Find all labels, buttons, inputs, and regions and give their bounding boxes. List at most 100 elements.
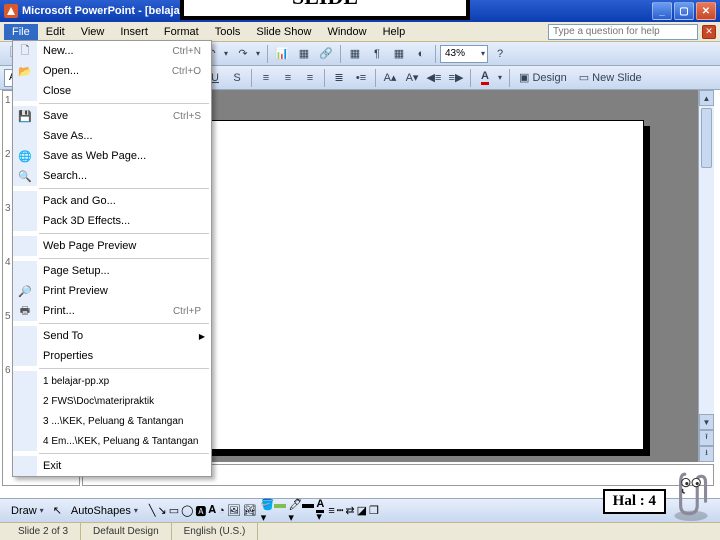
document-close-button[interactable]: ✕ — [702, 25, 716, 39]
file-menu-item[interactable]: 2 FWS\Doc\materipraktik — [13, 391, 211, 411]
window-close-button[interactable]: ✕ — [696, 2, 716, 20]
color-grayscale-button[interactable]: ◐ — [411, 44, 431, 64]
dash-style-button[interactable]: ┅ — [337, 504, 344, 517]
fill-color-button[interactable]: 🪣 — [261, 498, 287, 511]
undo-dropdown[interactable]: ▾ — [221, 49, 231, 58]
file-menu-item[interactable]: 🗋New...Ctrl+N — [13, 41, 211, 61]
font-color-dropdown[interactable]: ▾ — [495, 73, 505, 82]
line-tool-button[interactable]: ╲ — [149, 504, 156, 517]
menu-view[interactable]: View — [73, 24, 113, 40]
blank-icon — [13, 261, 37, 281]
menu-item-shortcut: Ctrl+S — [173, 111, 205, 122]
align-center-button[interactable]: ≡ — [278, 68, 298, 88]
textbox-tool-button[interactable]: 🅰 — [195, 503, 206, 519]
menu-edit[interactable]: Edit — [38, 24, 73, 40]
menu-tools[interactable]: Tools — [207, 24, 249, 40]
shadow-style-button[interactable]: ◪ — [357, 504, 367, 517]
file-menu-item[interactable]: 💾SaveCtrl+S — [13, 106, 211, 126]
blank-icon — [13, 456, 37, 476]
numbering-button[interactable]: ≣ — [329, 68, 349, 88]
menu-item-label: Print Preview — [37, 285, 205, 297]
align-left-button[interactable]: ≡ — [256, 68, 276, 88]
increase-font-button[interactable]: A▴ — [380, 68, 400, 88]
office-assistant-clippy[interactable] — [670, 468, 712, 522]
file-menu-item[interactable]: Pack and Go... — [13, 191, 211, 211]
align-right-button[interactable]: ≡ — [300, 68, 320, 88]
decrease-font-button[interactable]: A▾ — [402, 68, 422, 88]
show-formatting-button[interactable]: ¶ — [367, 44, 387, 64]
shadow-button[interactable]: S — [227, 68, 247, 88]
menu-file[interactable]: File — [4, 24, 38, 40]
scroll-up-button[interactable]: ▲ — [699, 90, 714, 106]
menu-insert[interactable]: Insert — [112, 24, 156, 40]
minimize-button[interactable]: _ — [652, 2, 672, 20]
show-grid-button[interactable]: ▦ — [389, 44, 409, 64]
select-objects-button[interactable]: ↖ — [53, 504, 62, 517]
submenu-arrow-icon: ▶ — [195, 332, 205, 341]
tables-borders-button[interactable]: ▦ — [345, 44, 365, 64]
diagram-button[interactable]: ◔ — [218, 505, 225, 517]
menu-window[interactable]: Window — [319, 24, 374, 40]
draw-menu-button[interactable]: Draw — [4, 502, 51, 520]
status-bar: Slide 2 of 3 Default Design English (U.S… — [0, 522, 720, 540]
file-menu-item[interactable]: Pack 3D Effects... — [13, 211, 211, 231]
blank-icon — [13, 191, 37, 211]
insert-hyperlink-button[interactable]: 🔗 — [316, 44, 336, 64]
file-menu-item[interactable]: 🖶Print...Ctrl+P — [13, 301, 211, 321]
menu-help[interactable]: Help — [375, 24, 414, 40]
slide-design-button[interactable]: ▣ Design — [514, 68, 572, 88]
menu-slideshow[interactable]: Slide Show — [248, 24, 319, 40]
bullets-button[interactable]: •≡ — [351, 68, 371, 88]
autoshapes-button[interactable]: AutoShapes — [64, 502, 145, 520]
new-slide-button[interactable]: ▭ New Slide — [574, 68, 647, 88]
menu-item-shortcut: Ctrl+P — [173, 306, 205, 317]
3d-style-button[interactable]: ❒ — [369, 504, 379, 517]
maximize-button[interactable]: ▢ — [674, 2, 694, 20]
file-menu-item[interactable]: 🔍Search... — [13, 166, 211, 186]
arrow-tool-button[interactable]: ↘ — [157, 504, 166, 517]
arrow-style-button[interactable]: ⇄ — [345, 504, 354, 517]
file-menu-item[interactable]: 3 ...\KEK, Peluang & Tantangan — [13, 411, 211, 431]
file-menu-item[interactable]: 4 Em...\KEK, Peluang & Tantangan — [13, 431, 211, 451]
line-color-button[interactable]: 🖊 — [288, 498, 314, 511]
file-menu-item[interactable]: Web Page Preview — [13, 236, 211, 256]
decrease-indent-button[interactable]: ◀≡ — [424, 68, 444, 88]
help-search-input[interactable] — [548, 24, 698, 40]
blank-icon — [13, 126, 37, 146]
oval-tool-button[interactable]: ◯ — [181, 504, 193, 517]
font-color-button-draw[interactable]: A — [316, 498, 324, 510]
slide-canvas[interactable] — [174, 120, 644, 450]
insert-table-button[interactable]: ▦ — [294, 44, 314, 64]
file-menu-item[interactable]: 🌐Save as Web Page... — [13, 146, 211, 166]
menu-format[interactable]: Format — [156, 24, 207, 40]
wordart-button[interactable]: 𝐀 — [208, 504, 216, 517]
file-menu-item[interactable]: Save As... — [13, 126, 211, 146]
file-menu-item[interactable]: Properties — [13, 346, 211, 366]
redo-button[interactable]: ↷ — [233, 44, 253, 64]
insert-chart-button[interactable]: 📊 — [272, 44, 292, 64]
scroll-down-button[interactable]: ▼ — [699, 414, 714, 430]
menu-item-label: Properties — [37, 350, 205, 362]
file-menu-item[interactable]: Exit — [13, 456, 211, 476]
file-menu-item[interactable]: 🔎Print Preview — [13, 281, 211, 301]
increase-indent-button[interactable]: ≡▶ — [446, 68, 466, 88]
prev-slide-button[interactable]: ⭱ — [699, 430, 714, 446]
file-menu-item[interactable]: Close — [13, 81, 211, 101]
next-slide-button[interactable]: ⭳ — [699, 446, 714, 462]
file-menu-item[interactable]: Page Setup... — [13, 261, 211, 281]
thumb-number: 2 — [5, 149, 11, 160]
rectangle-tool-button[interactable]: ▭ — [169, 504, 179, 517]
zoom-combo[interactable]: 43% — [440, 45, 488, 63]
vertical-scrollbar[interactable]: ▲ ▼ ⭱ ⭳ — [698, 90, 714, 462]
line-style-button[interactable]: ≡ — [328, 505, 334, 517]
scroll-thumb[interactable] — [701, 108, 712, 168]
help-button[interactable]: ? — [490, 44, 510, 64]
web-save-icon: 🌐 — [13, 146, 37, 166]
font-color-button[interactable]: A — [475, 68, 495, 88]
clipart-button[interactable]: 🖼 — [227, 504, 241, 517]
insert-picture-button[interactable]: 🏞 — [243, 504, 257, 517]
file-menu-item[interactable]: Send To▶ — [13, 326, 211, 346]
file-menu-item[interactable]: 📂Open...Ctrl+O — [13, 61, 211, 81]
file-menu-item[interactable]: 1 belajar-pp.xp — [13, 371, 211, 391]
redo-dropdown[interactable]: ▾ — [253, 49, 263, 58]
